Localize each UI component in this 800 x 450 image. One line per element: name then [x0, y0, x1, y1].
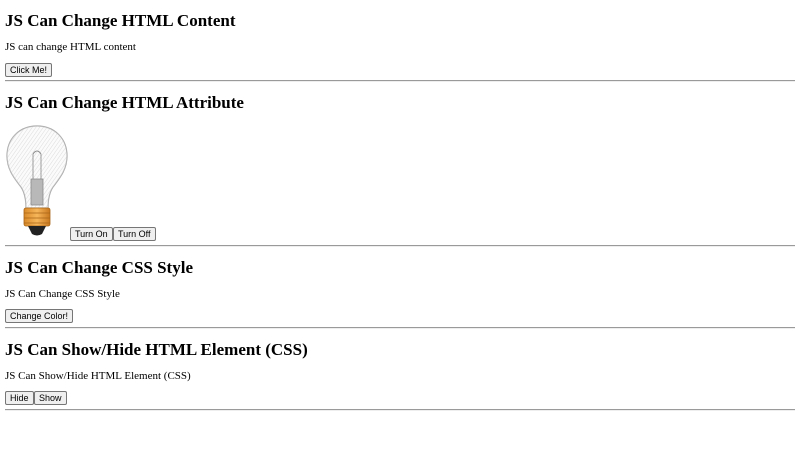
section-heading-html-content: JS Can Change HTML Content: [5, 11, 236, 30]
section-divider: [5, 80, 795, 82]
section-heading-show-hide: JS Can Show/Hide HTML Element (CSS): [5, 340, 308, 359]
section-divider: [5, 327, 795, 329]
section-divider: [5, 409, 795, 411]
click-me-button[interactable]: Click Me!: [5, 63, 53, 77]
change-color-button[interactable]: Change Color!: [5, 309, 74, 323]
show-button[interactable]: Show: [34, 391, 67, 405]
lightbulb-off-icon: [6, 125, 68, 236]
hide-button[interactable]: Hide: [5, 391, 34, 405]
demo-text-html-content: JS can change HTML content: [5, 41, 136, 53]
turn-on-button[interactable]: Turn On: [70, 227, 113, 241]
demo-text-css-style: JS Can Change CSS Style: [5, 288, 120, 300]
section-divider: [5, 245, 795, 247]
section-heading-css-style: JS Can Change CSS Style: [5, 258, 193, 277]
section-heading-html-attribute: JS Can Change HTML Attribute: [5, 93, 244, 112]
turn-off-button[interactable]: Turn Off: [113, 227, 156, 241]
demo-text-show-hide: JS Can Show/Hide HTML Element (CSS): [5, 370, 191, 382]
